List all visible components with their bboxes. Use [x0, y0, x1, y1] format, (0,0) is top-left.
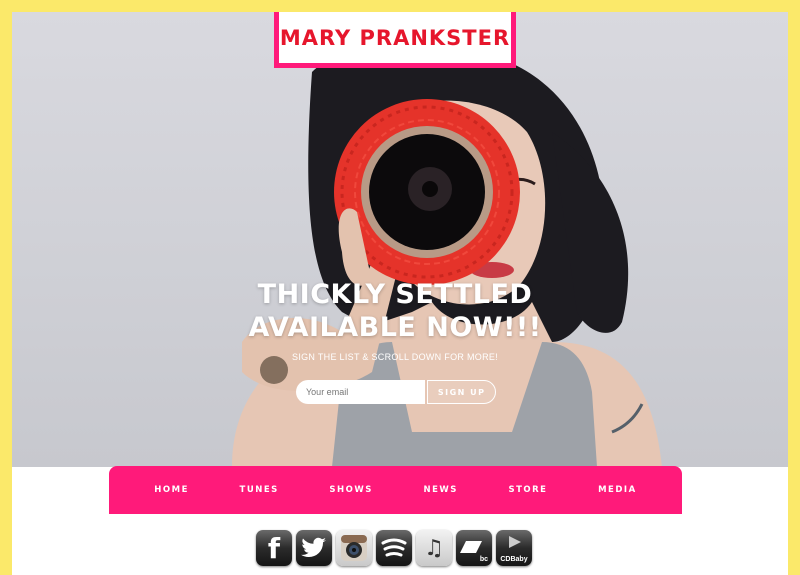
- email-field[interactable]: [296, 380, 426, 404]
- nav-item-shows[interactable]: SHOWS: [329, 485, 372, 495]
- page-frame: MARY PRANKSTER THICKLY SETTLED AVAILABLE…: [12, 12, 788, 575]
- main-nav: HOME TUNES SHOWS NEWS STORE MEDIA: [109, 466, 682, 514]
- hero-subline: SIGN THE LIST & SCROLL DOWN FOR MORE!: [292, 352, 498, 362]
- instagram-icon[interactable]: [336, 530, 372, 566]
- nav-item-tunes[interactable]: TUNES: [240, 485, 279, 495]
- bandcamp-shape-glyph: [460, 541, 482, 553]
- headline-line-2: AVAILABLE NOW!!!: [248, 312, 542, 343]
- signup-form: SIGN UP: [296, 380, 496, 404]
- twitter-icon[interactable]: [296, 530, 332, 566]
- nav-item-home[interactable]: HOME: [154, 485, 189, 495]
- itunes-icon[interactable]: ♫: [416, 530, 452, 566]
- hero-headline: THICKLY SETTLED AVAILABLE NOW!!!: [12, 278, 778, 344]
- brand-name: MARY PRANKSTER: [279, 25, 511, 50]
- twitter-bird-glyph: [301, 537, 326, 558]
- nav-item-news[interactable]: NEWS: [423, 485, 457, 495]
- sign-up-button[interactable]: SIGN UP: [427, 380, 496, 404]
- camera-glyph: [341, 535, 367, 561]
- bandcamp-icon[interactable]: bc: [456, 530, 492, 566]
- play-glyph: [509, 536, 521, 548]
- spotify-icon[interactable]: [376, 530, 412, 566]
- headline-line-1: THICKLY SETTLED: [257, 279, 533, 310]
- social-links: f ♫ bc CDBaby: [256, 530, 532, 566]
- nav-item-media[interactable]: MEDIA: [598, 485, 637, 495]
- nav-item-store[interactable]: STORE: [508, 485, 547, 495]
- facebook-icon[interactable]: f: [256, 530, 292, 566]
- cdbaby-icon[interactable]: CDBaby: [496, 530, 532, 566]
- hero-section: MARY PRANKSTER THICKLY SETTLED AVAILABLE…: [12, 12, 788, 467]
- brand-logo[interactable]: MARY PRANKSTER: [274, 12, 516, 68]
- spotify-waves-glyph: [381, 538, 407, 557]
